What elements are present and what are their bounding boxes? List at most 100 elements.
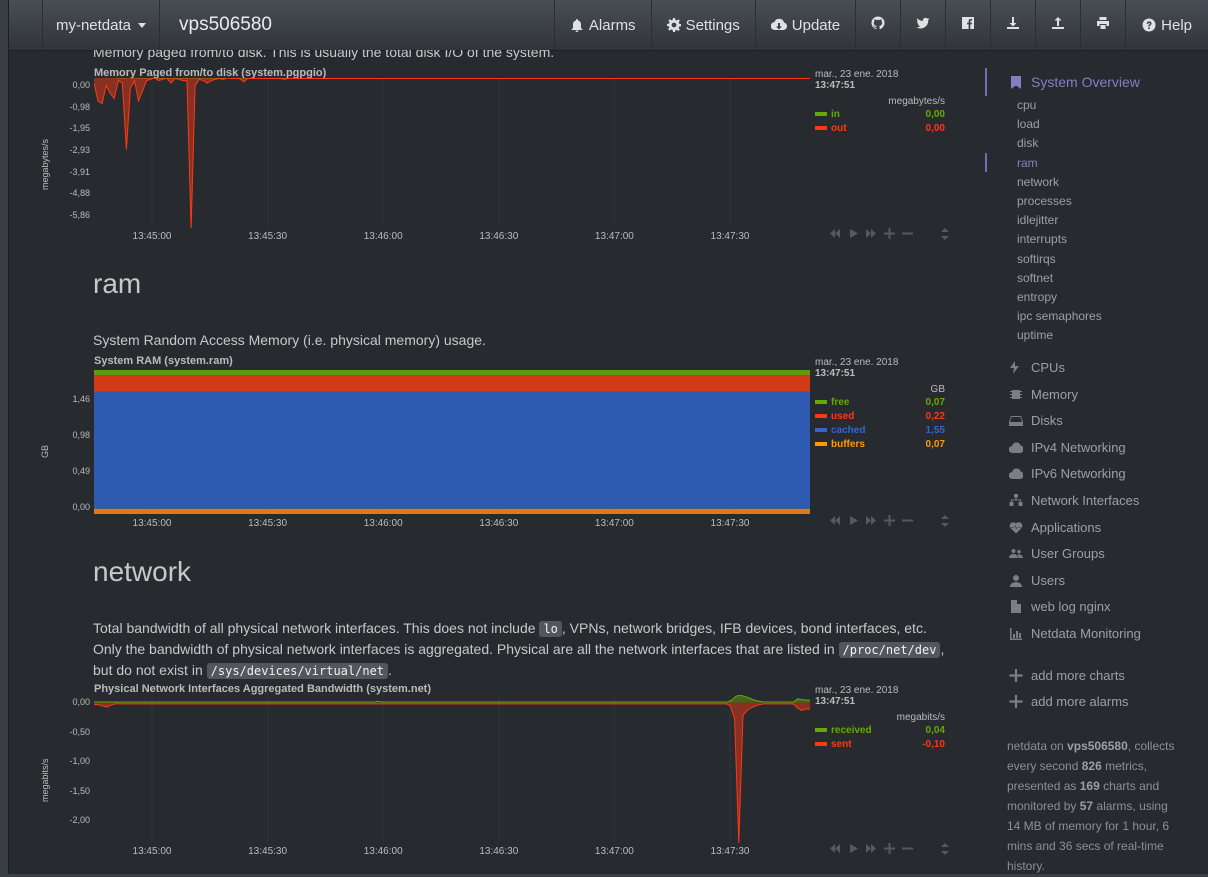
zoom-out-button[interactable] bbox=[900, 227, 915, 239]
help-button[interactable]: Help bbox=[1125, 0, 1208, 50]
y-tick-label: -2,00 bbox=[69, 815, 90, 825]
pgpgio-chart-plot[interactable] bbox=[94, 78, 810, 228]
sidebar-item-system-overview[interactable]: System Overview bbox=[1011, 74, 1140, 90]
pan-right-button[interactable] bbox=[864, 842, 879, 854]
play-button[interactable] bbox=[846, 842, 861, 854]
legend-row-used[interactable]: used 0,22 bbox=[815, 409, 950, 423]
play-button[interactable] bbox=[846, 227, 861, 239]
sidebar-item-web-log-nginx[interactable]: web log nginx bbox=[1009, 599, 1111, 614]
sidebar-subitem-ram[interactable]: ram bbox=[1017, 156, 1038, 170]
network-section-title: network bbox=[93, 556, 192, 587]
sidebar-subitem-softnet[interactable]: softnet bbox=[1017, 271, 1053, 285]
series-area-out bbox=[94, 78, 810, 228]
zoom-in-button[interactable] bbox=[882, 842, 897, 854]
legend-row-cached[interactable]: cached 1,55 bbox=[815, 423, 950, 437]
sidebar-subitem-entropy[interactable]: entropy bbox=[1017, 290, 1057, 304]
legend-row-received[interactable]: received 0,04 bbox=[815, 723, 950, 737]
network-desc-text: but do not exist in bbox=[93, 662, 203, 678]
download-button[interactable] bbox=[990, 0, 1035, 50]
pan-left-button[interactable] bbox=[828, 227, 843, 239]
legend-swatch bbox=[815, 112, 827, 116]
sidebar-item-disks[interactable]: Disks bbox=[1009, 413, 1063, 428]
pan-left-button[interactable] bbox=[828, 842, 843, 854]
legend-row-buffers[interactable]: buffers 0,07 bbox=[815, 437, 950, 451]
ram-chart-plot[interactable] bbox=[94, 370, 810, 514]
sidebar-subitem-network[interactable]: network bbox=[1017, 175, 1059, 189]
pan-right-button[interactable] bbox=[864, 514, 879, 526]
add-more-charts-link[interactable]: add more charts bbox=[1009, 668, 1125, 683]
zoom-out-button[interactable] bbox=[900, 514, 915, 526]
play-button[interactable] bbox=[846, 514, 861, 526]
y-tick-label: -0,98 bbox=[69, 101, 90, 112]
sidebar-subitem-processes[interactable]: processes bbox=[1017, 194, 1072, 208]
y-tick-label: -1,95 bbox=[69, 123, 90, 134]
code-proc-net-dev: /proc/net/dev bbox=[838, 642, 941, 658]
legend-date: mar., 23 ene. 2018 bbox=[815, 69, 899, 80]
zoom-out-icon bbox=[902, 519, 913, 521]
chart-toolbox bbox=[828, 842, 915, 854]
sidebar-subitem-idlejitter[interactable]: idlejitter bbox=[1017, 213, 1058, 227]
update-button[interactable]: Update bbox=[754, 0, 855, 50]
sidebar-item-cpus[interactable]: CPUs bbox=[1009, 360, 1065, 375]
legend-row-out[interactable]: out 0,00 bbox=[815, 121, 950, 135]
sidebar-subitem-disk[interactable]: disk bbox=[1017, 136, 1038, 150]
facebook-button[interactable] bbox=[945, 0, 990, 50]
sidebar-item-users[interactable]: Users bbox=[1009, 573, 1065, 588]
sidebar-subitem-uptime[interactable]: uptime bbox=[1017, 328, 1053, 342]
sidebar-item-ipv4-networking[interactable]: IPv4 Networking bbox=[1009, 440, 1126, 455]
pan-left-button[interactable] bbox=[828, 514, 843, 526]
sidebar-item-label: CPUs bbox=[1031, 360, 1065, 375]
legend-row-free[interactable]: free 0,07 bbox=[815, 395, 950, 409]
legend-swatch bbox=[815, 728, 827, 732]
zoom-in-button[interactable] bbox=[882, 227, 897, 239]
legend-name: received bbox=[831, 724, 872, 736]
chart-resize-handle[interactable] bbox=[940, 514, 950, 527]
pan-right-icon bbox=[866, 515, 876, 525]
legend-unit: GB bbox=[930, 384, 945, 395]
alarms-button[interactable]: Alarms bbox=[553, 0, 651, 50]
zoom-in-button[interactable] bbox=[882, 514, 897, 526]
twitter-button[interactable] bbox=[900, 0, 945, 50]
sidebar-item-memory[interactable]: Memory bbox=[1009, 387, 1078, 402]
footer-charts: 169 bbox=[1079, 779, 1100, 793]
print-icon bbox=[1096, 16, 1110, 34]
play-icon bbox=[850, 515, 858, 525]
users-icon bbox=[1009, 549, 1023, 559]
add-more-alarms-link[interactable]: add more alarms bbox=[1009, 694, 1129, 709]
legend-row-in[interactable]: in 0,00 bbox=[815, 107, 950, 121]
legend-name: in bbox=[831, 108, 840, 120]
legend-name: sent bbox=[831, 738, 852, 750]
y-tick-label: -0,50 bbox=[69, 726, 90, 737]
zoom-out-button[interactable] bbox=[900, 842, 915, 854]
y-tick-label: 0,00 bbox=[72, 80, 90, 90]
sidebar-subitem-load[interactable]: load bbox=[1017, 117, 1040, 131]
settings-button[interactable]: Settings bbox=[650, 0, 755, 50]
sidebar-item-network-interfaces[interactable]: Network Interfaces bbox=[1009, 493, 1139, 508]
sidebar-item-ipv6-networking[interactable]: IPv6 Networking bbox=[1009, 466, 1126, 481]
net-chart-plot[interactable] bbox=[94, 695, 810, 843]
chart-resize-handle[interactable] bbox=[940, 842, 950, 855]
sidebar-subitem-softirqs[interactable]: softirqs bbox=[1017, 252, 1056, 266]
y-tick-label: 0,00 bbox=[72, 502, 90, 512]
sidebar-item-netdata-monitoring[interactable]: Netdata Monitoring bbox=[1009, 626, 1141, 641]
hdd-icon bbox=[1009, 416, 1023, 427]
pgpgio-legend: mar., 23 ene. 2018 13:47:51 megabytes/s … bbox=[815, 69, 950, 135]
sidebar-item-applications[interactable]: Applications bbox=[1009, 520, 1101, 535]
legend-value: 0,07 bbox=[925, 438, 945, 450]
x-tick-label: 13:45:00 bbox=[132, 518, 172, 529]
sidebar-subitem-cpu[interactable]: cpu bbox=[1017, 98, 1036, 112]
print-button[interactable] bbox=[1080, 0, 1125, 50]
sidebar-subitem-interrupts[interactable]: interrupts bbox=[1017, 232, 1067, 246]
heartbeat-icon bbox=[1009, 521, 1023, 534]
sidebar-subitem-ipc-semaphores[interactable]: ipc semaphores bbox=[1017, 309, 1102, 323]
sidebar-item-user-groups[interactable]: User Groups bbox=[1009, 546, 1105, 561]
legend-value: 0,07 bbox=[925, 396, 945, 408]
caret-down-icon bbox=[138, 22, 147, 28]
server-dropdown[interactable]: my-netdata bbox=[42, 0, 160, 50]
upload-button[interactable] bbox=[1035, 0, 1080, 50]
y-tick-label: 0,49 bbox=[72, 466, 90, 476]
chart-resize-handle[interactable] bbox=[940, 227, 950, 240]
pan-right-button[interactable] bbox=[864, 227, 879, 239]
github-button[interactable] bbox=[855, 0, 900, 50]
legend-row-sent[interactable]: sent -0,10 bbox=[815, 737, 950, 751]
